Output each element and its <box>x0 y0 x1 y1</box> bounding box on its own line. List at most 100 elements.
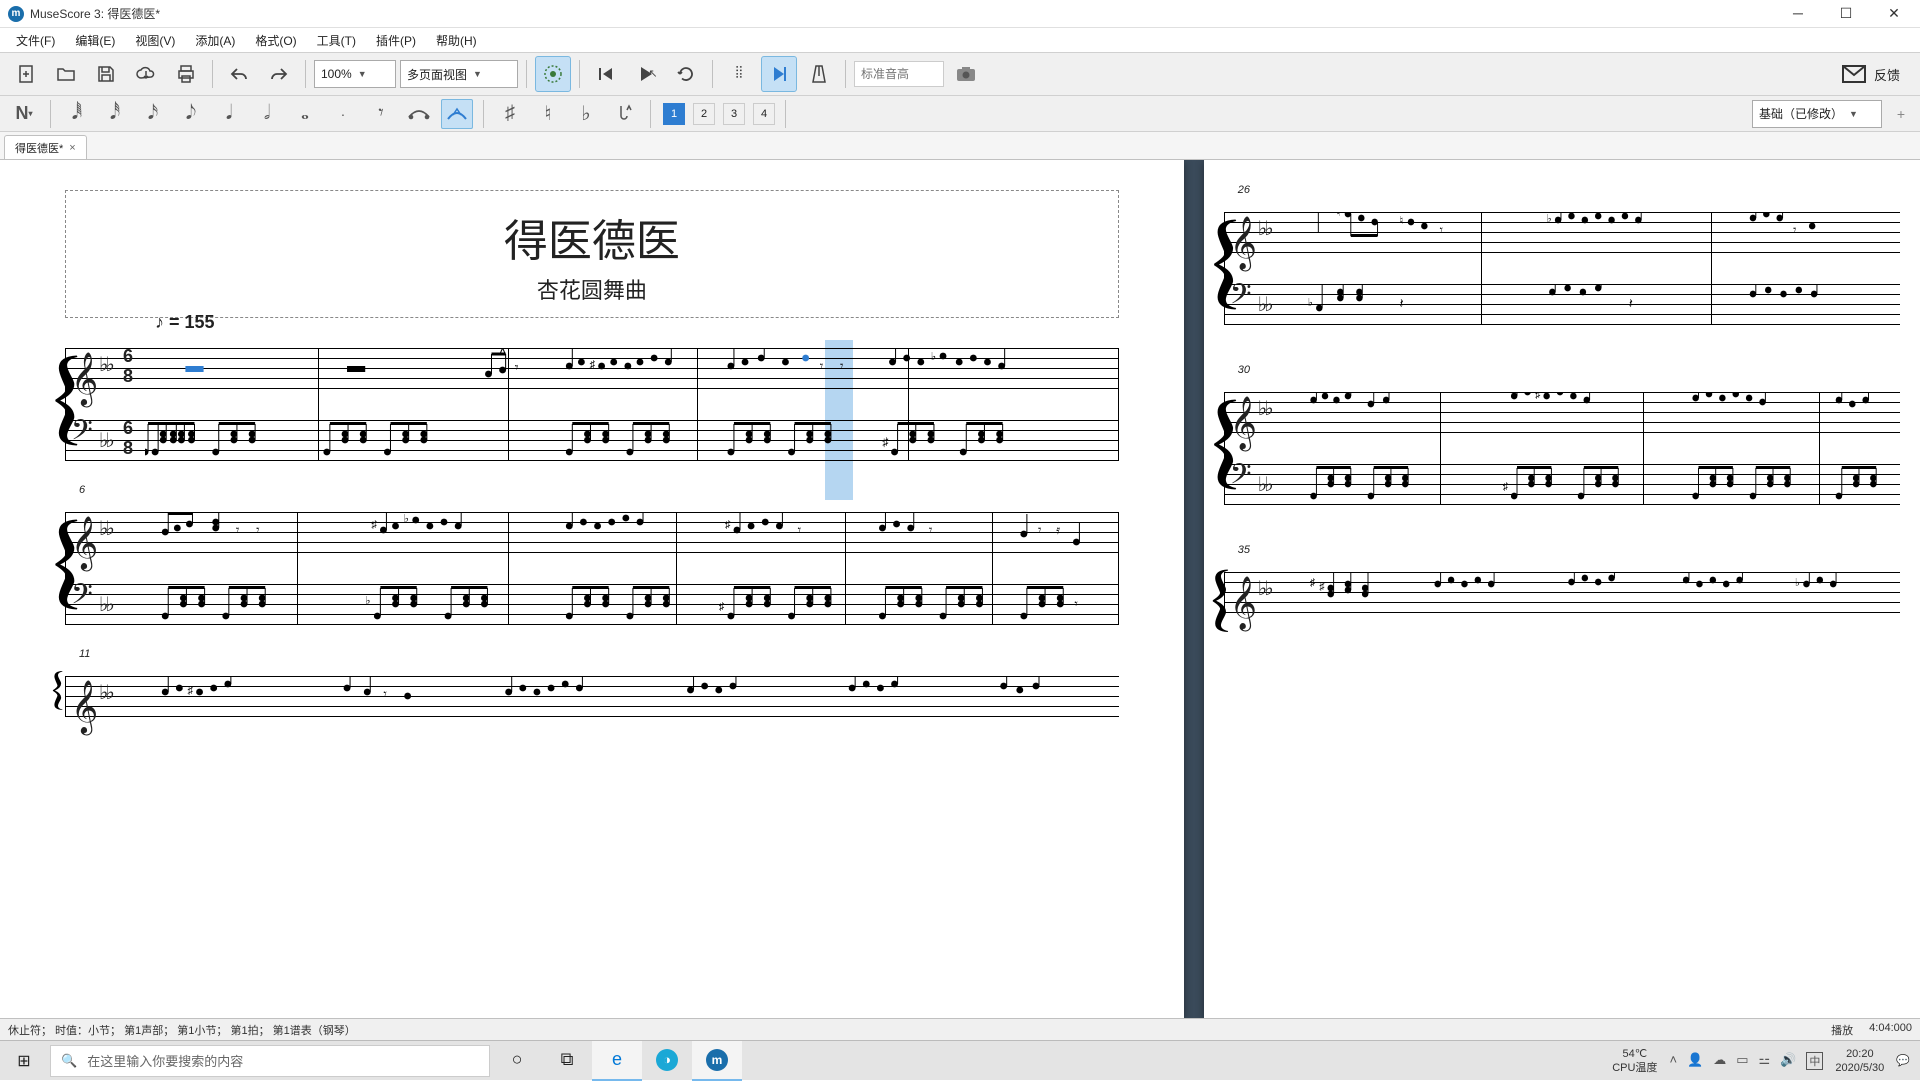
score-page-1[interactable]: 得医德医 杏花圆舞曲 ♪ = 155 𝄔 𝄞 ♭♭ 68 <box>0 160 1184 1018</box>
screenshot-button[interactable] <box>948 56 984 92</box>
task-view-button[interactable]: ⧉ <box>542 1041 592 1081</box>
tab-label: 得医德医* <box>15 140 63 156</box>
voice-2-button[interactable]: 2 <box>693 103 715 125</box>
undo-button[interactable] <box>221 56 257 92</box>
score-view[interactable]: 得医德医 杏花圆舞曲 ♪ = 155 𝄔 𝄞 ♭♭ 68 <box>0 160 1920 1018</box>
feedback-link[interactable]: 反馈 <box>1874 65 1900 84</box>
sharp-button[interactable]: ♯ <box>494 99 526 129</box>
treble-staff[interactable]: 𝄞 ♭♭ 68 ˄ 𝄾 ♯ 𝄾𝄾 ♭ <box>65 348 1119 388</box>
svg-text:𝄾: 𝄾 <box>383 686 387 701</box>
flip-button[interactable] <box>608 99 640 129</box>
taskbar-search[interactable]: 🔍 在这里输入你要搜索的内容 <box>50 1045 490 1077</box>
voice-4-button[interactable]: 4 <box>753 103 775 125</box>
zoom-combo[interactable]: 100%▼ <box>314 60 396 88</box>
cortana-button[interactable]: ○ <box>492 1041 542 1081</box>
system-p2-3[interactable]: 35 𝄔 𝄞♭♭ ♯♯ ♭ <box>1224 560 1900 650</box>
dot-button[interactable]: · <box>327 99 359 129</box>
play-repeats-button[interactable] <box>761 56 797 92</box>
score-subtitle[interactable]: 杏花圆舞曲 <box>66 273 1118 305</box>
tray-wifi-icon[interactable]: ⚍ <box>1759 1052 1771 1070</box>
voice-1-button[interactable]: 1 <box>663 103 685 125</box>
tray-ime-icon[interactable]: 中 <box>1806 1052 1823 1070</box>
menu-view[interactable]: 视图(V) <box>125 29 185 52</box>
duration-64th-button[interactable]: 𝅘𝅥𝅱 <box>61 99 93 129</box>
score-title[interactable]: 得医德医 <box>66 205 1118 269</box>
menu-plugins[interactable]: 插件(P) <box>366 29 426 52</box>
svg-text:𝄾: 𝄾 <box>840 358 844 373</box>
menu-tools[interactable]: 工具(T) <box>307 29 366 52</box>
tab-close-button[interactable]: × <box>69 142 75 154</box>
tray-chevron-icon[interactable]: ˄ <box>1669 1052 1677 1070</box>
tray-volume-icon[interactable]: 🔊 <box>1780 1052 1796 1070</box>
slur-button[interactable] <box>441 99 473 129</box>
musescore-taskbar-icon[interactable]: m <box>692 1041 742 1081</box>
system-2[interactable]: 6 𝄔 𝄞♭♭ 𝄾𝄾 ♯♭ ♯𝄾 𝄾 𝄾𝄿 <box>65 500 1119 640</box>
document-tab[interactable]: 得医德医* × <box>4 135 87 159</box>
system-p2-2[interactable]: 30 𝄔 𝄞♭♭ ♯ 𝄢♭♭ ♯ <box>1224 380 1900 520</box>
menu-edit[interactable]: 编辑(E) <box>65 29 125 52</box>
key-signature: ♭♭ <box>99 352 112 377</box>
minimize-button[interactable]: ─ <box>1788 5 1808 22</box>
tray-onedrive-icon[interactable]: ☁ <box>1713 1052 1726 1070</box>
tray-clock[interactable]: 20:20 2020/5/30 <box>1835 1047 1884 1075</box>
workspace-combo[interactable]: 基础（已修改）▼ <box>1752 100 1882 128</box>
system-p2-1[interactable]: 26 𝄔 𝄞♭♭ ♭♮♮𝄾 ♭ 𝄾 𝄢♭♭ ♭𝄽 𝄽 <box>1224 200 1900 340</box>
natural-button[interactable]: ♮ <box>532 99 564 129</box>
flat-button[interactable]: ♭ <box>570 99 602 129</box>
menu-format[interactable]: 格式(O) <box>245 29 306 52</box>
notes-p2-t3: ♯♯ ♭ <box>1304 572 1896 616</box>
redo-button[interactable] <box>261 56 297 92</box>
note-input-mode-button[interactable]: N▾ <box>8 99 40 129</box>
rest-button[interactable]: 𝄾 <box>365 99 397 129</box>
action-center-icon[interactable]: 💬 <box>1896 1054 1910 1067</box>
rewind-button[interactable] <box>588 56 624 92</box>
title-frame[interactable]: 得医德医 杏花圆舞曲 <box>65 190 1119 318</box>
menu-file[interactable]: 文件(F) <box>6 29 65 52</box>
svg-text:𝄾: 𝄾 <box>236 522 240 537</box>
metronome-button[interactable] <box>801 56 837 92</box>
voice-3-button[interactable]: 3 <box>723 103 745 125</box>
close-button[interactable]: ✕ <box>1884 5 1904 22</box>
duration-16th-button[interactable]: 𝅘𝅥𝅯 <box>137 99 169 129</box>
window-title: MuseScore 3: 得医德医* <box>30 5 160 22</box>
note-input-toolbar: N▾ 𝅘𝅥𝅱 𝅘𝅥𝅰 𝅘𝅥𝅯 𝅘𝅥𝅮 𝅘𝅥 𝅗𝅥 𝅝 · 𝄾 ♯ ♮ ♭ 1 2… <box>0 96 1920 132</box>
save-button[interactable] <box>88 56 124 92</box>
cloud-button[interactable] <box>128 56 164 92</box>
duration-quarter-button[interactable]: 𝅘𝅥 <box>213 99 245 129</box>
view-mode-combo[interactable]: 多页面视图▼ <box>400 60 518 88</box>
duration-8th-button[interactable]: 𝅘𝅥𝅮 <box>175 99 207 129</box>
brace-icon: 𝄔 <box>51 676 65 708</box>
duration-32nd-button[interactable]: 𝅘𝅥𝅰 <box>99 99 131 129</box>
repeat-start-button[interactable]: ⦙⦙ <box>721 56 757 92</box>
svg-text:♯: ♯ <box>719 601 725 613</box>
menu-help[interactable]: 帮助(H) <box>426 29 487 52</box>
play-button[interactable]: ↖ <box>628 56 664 92</box>
mail-icon <box>1842 65 1866 83</box>
start-button[interactable]: ⊞ <box>0 1041 48 1081</box>
maximize-button[interactable]: ☐ <box>1836 5 1856 22</box>
svg-text:♯: ♯ <box>1502 481 1508 493</box>
app-taskbar-icon[interactable]: ◑ <box>642 1041 692 1081</box>
tie-button[interactable] <box>403 99 435 129</box>
tray-battery-icon[interactable]: ▭ <box>1736 1052 1748 1070</box>
svg-text:♯: ♯ <box>882 435 888 449</box>
duration-half-button[interactable]: 𝅗𝅥 <box>251 99 283 129</box>
system-1[interactable]: ♪ = 155 𝄔 𝄞 ♭♭ 68 ˄ 𝄾 <box>65 336 1119 476</box>
temperature-widget[interactable]: 54℃ CPU温度 <box>1612 1047 1657 1075</box>
open-button[interactable] <box>48 56 84 92</box>
duration-whole-button[interactable]: 𝅝 <box>289 99 321 129</box>
tempo-marking[interactable]: ♪ = 155 <box>155 312 215 333</box>
status-bar: 休止符； 时值：小节； 第1声部； 第1小节； 第1拍； 第1谱表（钢琴） 播放… <box>0 1018 1920 1040</box>
edge-taskbar-icon[interactable]: e <box>592 1041 642 1081</box>
add-workspace-button[interactable]: + <box>1890 103 1912 125</box>
new-button[interactable] <box>8 56 44 92</box>
menu-add[interactable]: 添加(A) <box>185 29 245 52</box>
tray-people-icon[interactable]: 👤 <box>1687 1052 1703 1070</box>
concert-pitch-input[interactable] <box>854 61 944 87</box>
midi-button[interactable] <box>535 56 571 92</box>
system-3[interactable]: 11 𝄔 𝄞♭♭ ♯ 𝄾 <box>65 664 1119 724</box>
score-page-2[interactable]: 26 𝄔 𝄞♭♭ ♭♮♮𝄾 ♭ 𝄾 𝄢♭♭ ♭𝄽 𝄽 <box>1204 160 1920 1018</box>
loop-button[interactable] <box>668 56 704 92</box>
bass-staff[interactable]: 𝄢 ♭♭ 68 ♯ <box>65 420 1119 460</box>
print-button[interactable] <box>168 56 204 92</box>
